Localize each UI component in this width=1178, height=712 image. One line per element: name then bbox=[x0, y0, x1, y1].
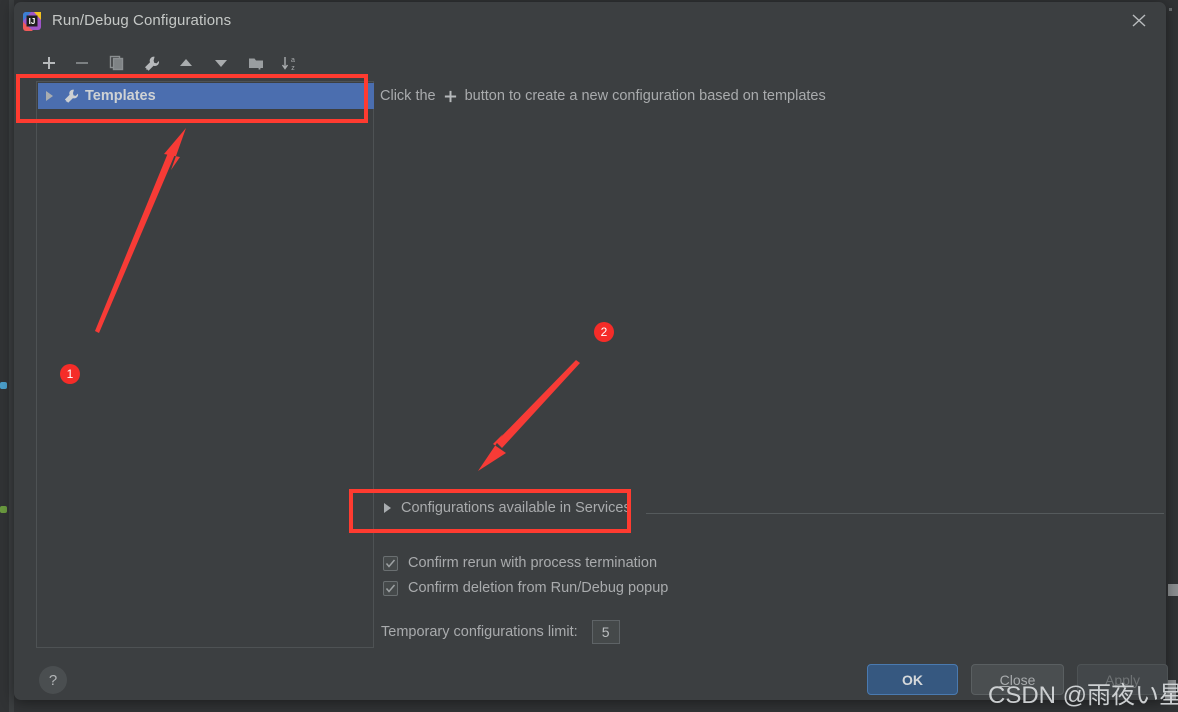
ide-background-left-gutter bbox=[0, 0, 9, 712]
tree-item-label: Templates bbox=[85, 88, 156, 104]
intellij-idea-icon: IJ bbox=[23, 12, 41, 31]
temporary-limit-label: Temporary configurations limit: bbox=[381, 624, 578, 640]
edit-templates-button[interactable] bbox=[138, 50, 164, 76]
hint-plus-icon bbox=[443, 89, 458, 104]
tree-item-templates[interactable]: Templates bbox=[38, 83, 374, 109]
services-section-separator bbox=[646, 513, 1164, 514]
apply-button: Apply bbox=[1077, 664, 1168, 695]
move-down-button[interactable] bbox=[208, 50, 234, 76]
create-folder-button[interactable] bbox=[243, 50, 269, 76]
svg-text:a: a bbox=[291, 57, 295, 64]
configurations-tree-panel: Templates bbox=[36, 81, 374, 648]
close-button-label-rest: lose bbox=[1009, 671, 1036, 688]
confirm-rerun-label: Confirm rerun with process termination bbox=[408, 555, 658, 571]
hint-suffix-text: button to create a new configuration bas… bbox=[464, 88, 826, 104]
ide-background-right-strip bbox=[1164, 0, 1178, 712]
services-section-header[interactable]: Configurations available in Services bbox=[384, 500, 631, 516]
plus-icon bbox=[43, 57, 55, 69]
sort-configurations-button[interactable]: a z bbox=[277, 50, 303, 76]
arrow-down-icon bbox=[215, 60, 227, 67]
background-icon-green bbox=[0, 506, 7, 513]
sort-alphabetically-icon: a z bbox=[281, 56, 295, 72]
close-icon[interactable] bbox=[1122, 5, 1156, 35]
wrench-icon bbox=[144, 56, 159, 71]
checkmark-icon bbox=[385, 559, 396, 568]
temporary-limit-input[interactable] bbox=[591, 620, 620, 644]
empty-state-hint: Click the button to create a new configu… bbox=[380, 88, 826, 104]
wrench-icon bbox=[64, 89, 79, 103]
remove-configuration-button[interactable] bbox=[69, 50, 95, 76]
arrow-up-icon bbox=[180, 59, 192, 66]
checkmark-icon bbox=[385, 584, 396, 593]
confirm-rerun-checkbox-row[interactable]: Confirm rerun with process termination bbox=[383, 555, 657, 571]
confirm-rerun-checkbox[interactable] bbox=[383, 555, 398, 571]
background-icon-blue bbox=[0, 382, 7, 389]
confirm-deletion-checkbox[interactable] bbox=[383, 580, 398, 596]
copy-icon bbox=[109, 55, 124, 71]
triangle-right-icon[interactable] bbox=[384, 503, 391, 513]
copy-configuration-button[interactable] bbox=[104, 50, 130, 76]
configurations-toolbar: a z bbox=[36, 50, 376, 76]
minus-icon bbox=[76, 62, 88, 64]
help-button[interactable]: ? bbox=[39, 666, 67, 694]
close-button-mnemonic: C bbox=[999, 671, 1010, 688]
ok-button[interactable]: OK bbox=[867, 664, 958, 695]
dialog-titlebar: IJ Run/Debug Configurations bbox=[14, 2, 1166, 42]
svg-text:IJ: IJ bbox=[29, 17, 36, 26]
screenshot-root: IJ Run/Debug Configurations a z Template… bbox=[0, 0, 1178, 712]
dialog-title: Run/Debug Configurations bbox=[52, 12, 232, 29]
svg-text:z: z bbox=[291, 65, 295, 72]
ide-background-left-strip bbox=[0, 0, 14, 712]
background-mark-top bbox=[1169, 8, 1172, 11]
confirm-deletion-label: Confirm deletion from Run/Debug popup bbox=[408, 580, 669, 596]
add-configuration-button[interactable] bbox=[36, 50, 62, 76]
services-section-label: Configurations available in Services bbox=[401, 500, 631, 516]
close-button[interactable]: Close bbox=[971, 664, 1064, 695]
hint-prefix-text: Click the bbox=[380, 88, 436, 104]
move-up-button[interactable] bbox=[173, 50, 199, 76]
folder-add-icon bbox=[248, 58, 263, 69]
triangle-right-icon[interactable] bbox=[46, 91, 53, 101]
confirm-deletion-checkbox-row[interactable]: Confirm deletion from Run/Debug popup bbox=[383, 580, 668, 596]
run-debug-configurations-dialog: IJ Run/Debug Configurations a z Template… bbox=[14, 2, 1168, 700]
temporary-limit-row: Temporary configurations limit: bbox=[381, 620, 620, 644]
background-mark-middle bbox=[1168, 584, 1178, 596]
